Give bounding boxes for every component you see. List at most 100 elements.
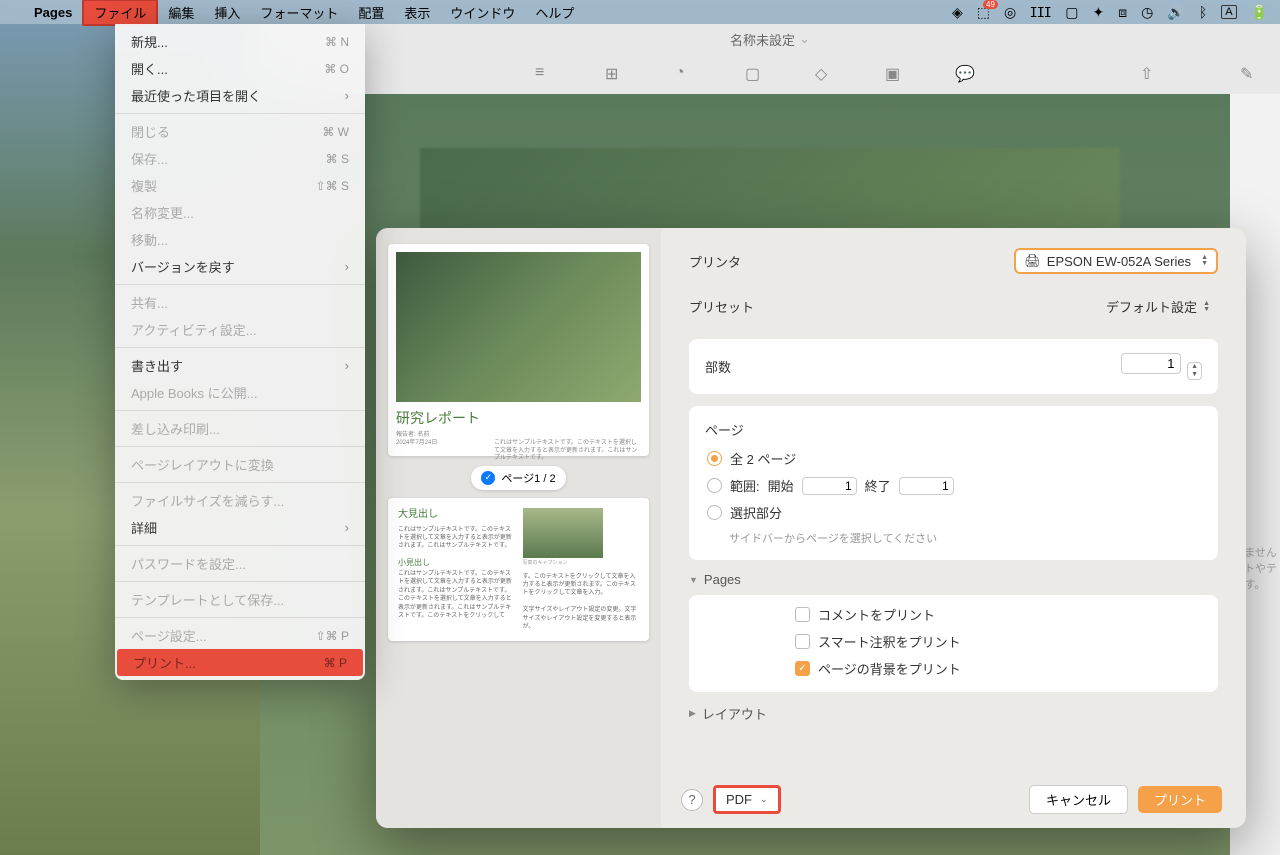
menu-item[interactable]: 詳細› bbox=[115, 514, 365, 541]
menu-item: 名称変更... bbox=[115, 199, 365, 226]
menu-item[interactable]: 書き出す› bbox=[115, 352, 365, 379]
range-end-input[interactable] bbox=[899, 477, 954, 495]
range-start-input[interactable] bbox=[802, 477, 857, 495]
menu-arrange[interactable]: 配置 bbox=[348, 1, 394, 24]
chevron-down-icon: ▼ bbox=[689, 575, 698, 585]
menu-view[interactable]: 表示 bbox=[394, 1, 440, 24]
radio-range[interactable] bbox=[707, 478, 722, 493]
print-button[interactable]: プリント bbox=[1138, 786, 1222, 813]
file-menu-dropdown: 新規...⌘ N開く...⌘ O最近使った項目を開く› 閉じる⌘ W保存...⌘ … bbox=[115, 24, 365, 680]
all-pages-label: 全 2 ページ bbox=[730, 449, 796, 468]
preview-page-1[interactable]: 研究レポート 報告者: 名前2024年7月24日 これはサンプルテキストです。こ… bbox=[388, 244, 649, 456]
chevron-down-icon: ⌄ bbox=[760, 794, 768, 805]
menu-item[interactable]: バージョンを戻す› bbox=[115, 253, 365, 280]
menubar-status: ◈ ⬚ ◎ ⵊⵊⵊ ▢ ✦ ⧈ ◷ 🔊 ᛒ A 🔋 bbox=[952, 4, 1268, 21]
printer-label: プリンタ bbox=[689, 252, 779, 271]
chevron-right-icon: › bbox=[345, 88, 349, 103]
share-icon[interactable]: ⇧ bbox=[1140, 64, 1160, 84]
menu-item: 共有... bbox=[115, 289, 365, 316]
bars-icon[interactable]: ⵊⵊⵊ bbox=[1030, 4, 1051, 21]
menu-item[interactable]: 新規...⌘ N bbox=[115, 28, 365, 55]
preset-select[interactable]: デフォルト設定 ▲▼ bbox=[1098, 294, 1218, 319]
menu-item[interactable]: 開く...⌘ O bbox=[115, 55, 365, 82]
radio-all-pages[interactable] bbox=[707, 451, 722, 466]
menu-item: 移動... bbox=[115, 226, 365, 253]
pages-label: ページ bbox=[705, 420, 1202, 439]
selection-label: 選択部分 bbox=[730, 503, 782, 522]
text-icon[interactable]: ≡ bbox=[535, 64, 555, 84]
page-indicator-label: ページ1 / 2 bbox=[501, 470, 555, 486]
selection-hint: サイドバーからページを選択してください bbox=[729, 530, 1202, 546]
chevron-right-icon: › bbox=[345, 259, 349, 274]
pdf-button[interactable]: PDF ⌄ bbox=[713, 785, 781, 814]
checkbox-bg[interactable]: ✓ bbox=[795, 661, 810, 676]
format-icon[interactable]: ✎ bbox=[1240, 64, 1260, 84]
checkbox-comments[interactable] bbox=[795, 607, 810, 622]
opt-smart-label: スマート注釈をプリント bbox=[818, 632, 961, 651]
chevron-updown-icon: ▲▼ bbox=[1203, 301, 1210, 313]
menu-insert[interactable]: 挿入 bbox=[204, 1, 250, 24]
chevron-updown-icon: ▲▼ bbox=[1201, 255, 1208, 267]
volume-icon[interactable]: 🔊 bbox=[1167, 4, 1184, 21]
opt-comments-label: コメントをプリント bbox=[818, 605, 935, 624]
textbox-icon[interactable]: ▢ bbox=[745, 64, 765, 84]
pin-icon[interactable]: ✦ bbox=[1093, 4, 1105, 21]
chevron-right-icon: › bbox=[345, 520, 349, 535]
menu-item: ページ設定...⇧⌘ P bbox=[115, 622, 365, 649]
menu-item: 差し込み印刷... bbox=[115, 415, 365, 442]
menu-item: ファイルサイズを減らす... bbox=[115, 487, 365, 514]
checkbox-smart[interactable] bbox=[795, 634, 810, 649]
print-settings-pane: プリンタ 🖨 EPSON EW-052A Series ▲▼ プリセット デフォ… bbox=[661, 228, 1246, 828]
menu-item: テンプレートとして保存... bbox=[115, 586, 365, 613]
display-icon[interactable]: ▢ bbox=[1065, 4, 1078, 21]
range-end-label: 終了 bbox=[865, 476, 891, 495]
menu-window[interactable]: ウインドウ bbox=[440, 1, 525, 24]
preset-label: プリセット bbox=[689, 297, 779, 316]
menu-item: アクティビティ設定... bbox=[115, 316, 365, 343]
page-indicator[interactable]: ✓ ページ1 / 2 bbox=[471, 466, 565, 490]
comment-icon[interactable]: 💬 bbox=[955, 64, 975, 84]
app-name[interactable]: Pages bbox=[24, 3, 82, 22]
chevron-right-icon: ▶ bbox=[689, 708, 696, 719]
menu-item[interactable]: 最近使った項目を開く› bbox=[115, 82, 365, 109]
unity-icon[interactable]: ◈ bbox=[952, 4, 963, 21]
disclosure-pages[interactable]: ▼ Pages bbox=[689, 572, 1218, 587]
range-start-label: 開始 bbox=[768, 476, 794, 495]
battery-icon[interactable]: 🔋 bbox=[1251, 4, 1268, 21]
window-title: 名称未設定⌄ bbox=[260, 24, 1280, 54]
radio-selection[interactable] bbox=[707, 505, 722, 520]
chart-icon[interactable]: ◔ bbox=[675, 64, 695, 84]
menu-item: 保存...⌘ S bbox=[115, 145, 365, 172]
menu-format[interactable]: フォーマット bbox=[250, 1, 348, 24]
menu-help[interactable]: ヘルプ bbox=[525, 1, 584, 24]
copies-stepper[interactable]: ▲▼ bbox=[1187, 362, 1202, 380]
preset-value: デフォルト設定 bbox=[1106, 297, 1197, 316]
menubar: Pages ファイル 編集 挿入 フォーマット 配置 表示 ウインドウ ヘルプ … bbox=[0, 0, 1280, 24]
printer-select[interactable]: 🖨 EPSON EW-052A Series ▲▼ bbox=[1014, 248, 1218, 274]
print-dialog: 研究レポート 報告者: 名前2024年7月24日 これはサンプルテキストです。こ… bbox=[376, 228, 1246, 828]
stage-icon[interactable]: ⧈ bbox=[1118, 4, 1127, 21]
sync-icon[interactable]: ◎ bbox=[1004, 4, 1016, 21]
copies-input[interactable] bbox=[1121, 353, 1181, 374]
disclosure-layout[interactable]: ▶ レイアウト bbox=[689, 704, 1218, 723]
menu-item: Apple Books に公開... bbox=[115, 379, 365, 406]
menu-item: 閉じる⌘ W bbox=[115, 118, 365, 145]
copies-label: 部数 bbox=[705, 357, 731, 376]
table-icon[interactable]: ⊞ bbox=[605, 64, 625, 84]
cancel-button[interactable]: キャンセル bbox=[1029, 785, 1128, 814]
dropbox-icon[interactable]: ⬚ bbox=[977, 4, 990, 21]
menu-item: 複製⇧⌘ S bbox=[115, 172, 365, 199]
preview-title: 研究レポート bbox=[396, 408, 641, 428]
menu-item: プリント...⌘ P bbox=[117, 649, 363, 676]
menu-file[interactable]: ファイル bbox=[82, 0, 158, 26]
chevron-right-icon: › bbox=[345, 358, 349, 373]
preview-page-2[interactable]: 大見出し これはサンプルテキストです。このテキストを選択して文章を入力すると表示… bbox=[388, 498, 649, 642]
input-source[interactable]: A bbox=[1221, 5, 1236, 19]
media-icon[interactable]: ▣ bbox=[885, 64, 905, 84]
menu-edit[interactable]: 編集 bbox=[158, 1, 204, 24]
clock-icon[interactable]: ◷ bbox=[1141, 4, 1153, 21]
shape-icon[interactable]: ◇ bbox=[815, 64, 835, 84]
help-button[interactable]: ? bbox=[681, 789, 703, 811]
check-icon: ✓ bbox=[481, 471, 495, 485]
bluetooth-icon[interactable]: ᛒ bbox=[1199, 4, 1207, 20]
